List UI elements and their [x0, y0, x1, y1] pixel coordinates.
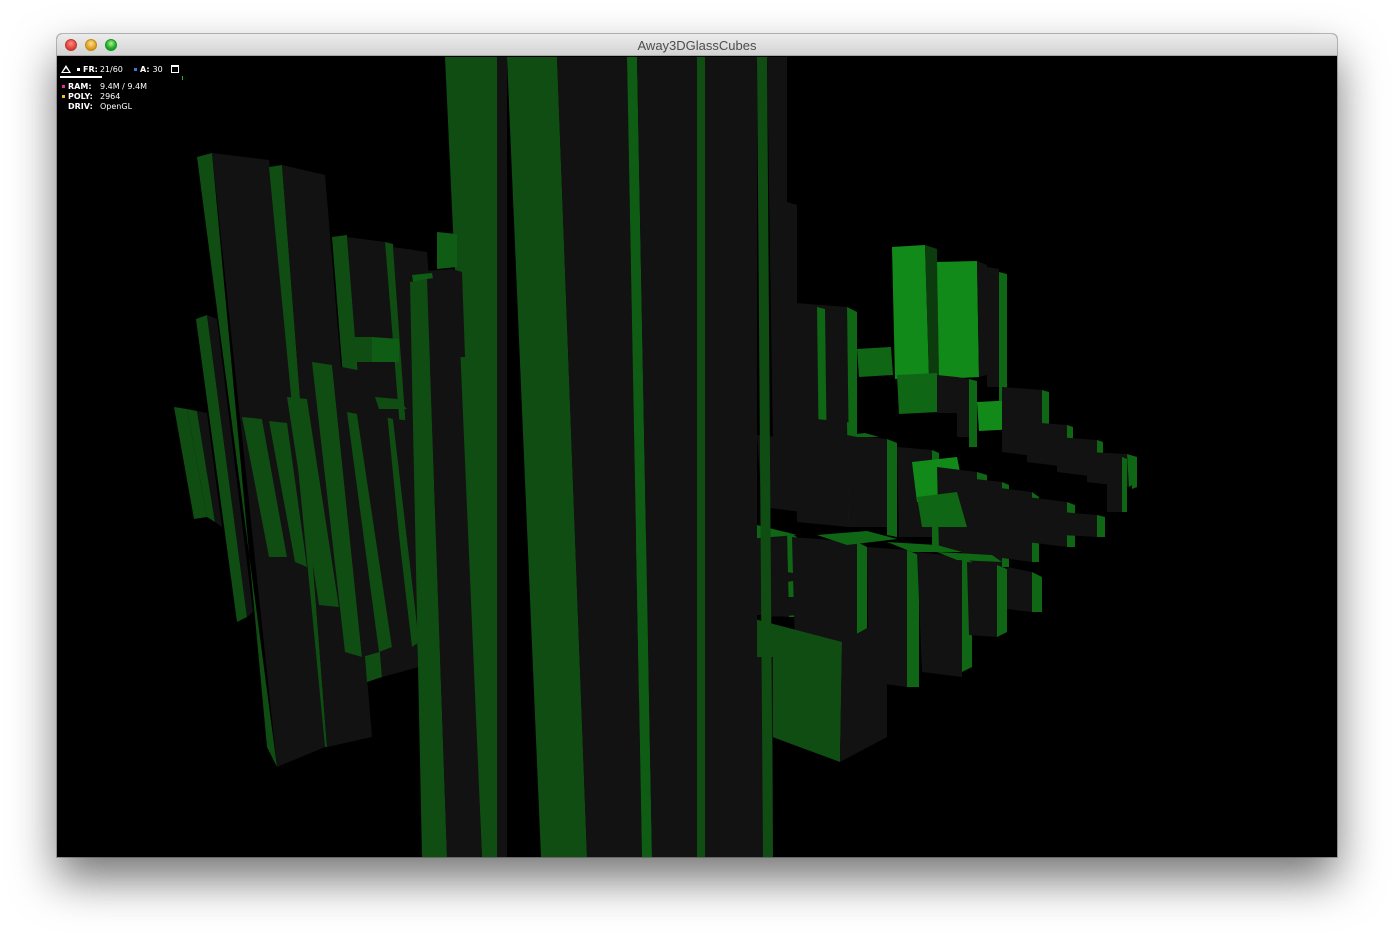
ram-value: 9.4M / 9.4M	[100, 82, 148, 91]
stats-overlay: FR: 21/60 A: 30 RAM: 9.4M / 9.4M POLY: 2964 …	[60, 63, 186, 115]
poly-label: POLY:	[68, 92, 93, 101]
toggle-graph-icon[interactable]	[171, 65, 179, 73]
app-window: Away3DGlassCubes FR: 21/60 A: 30 RAM: 9.…	[57, 34, 1337, 857]
ram-readout: RAM: 9.4M / 9.4M	[62, 82, 147, 92]
average-value: 30	[152, 65, 163, 74]
away3d-logo-icon[interactable]	[61, 65, 71, 73]
ram-legend-swatch	[62, 85, 65, 88]
cube-cluster-center-tower	[445, 57, 797, 857]
driver-readout: DRIV: OpenGL	[68, 102, 132, 112]
average-readout: A: 30	[134, 65, 163, 75]
3d-viewport[interactable]: FR: 21/60 A: 30 RAM: 9.4M / 9.4M POLY: 2964 …	[57, 57, 1337, 857]
average-legend-swatch	[134, 68, 137, 71]
framerate-readout: FR: 21/60	[77, 65, 123, 75]
desktop: Away3DGlassCubes FR: 21/60 A: 30 RAM: 9.…	[0, 0, 1394, 936]
average-label: A:	[140, 65, 150, 74]
poly-value: 2964	[100, 92, 121, 101]
framerate-bar	[60, 76, 102, 78]
driver-value: OpenGL	[100, 102, 133, 111]
framerate-legend-swatch	[77, 68, 80, 71]
framerate-target-tick	[182, 76, 183, 80]
glass-cubes-scene[interactable]	[57, 57, 1337, 857]
framerate-value: 21/60	[99, 65, 123, 74]
poly-readout: POLY: 2964	[62, 92, 120, 102]
title-bar[interactable]: Away3DGlassCubes	[57, 34, 1337, 56]
ram-label: RAM:	[68, 82, 92, 91]
framerate-label: FR:	[83, 65, 98, 74]
poly-legend-swatch	[62, 95, 65, 98]
window-title: Away3DGlassCubes	[637, 38, 757, 53]
driver-label: DRIV:	[68, 102, 93, 111]
